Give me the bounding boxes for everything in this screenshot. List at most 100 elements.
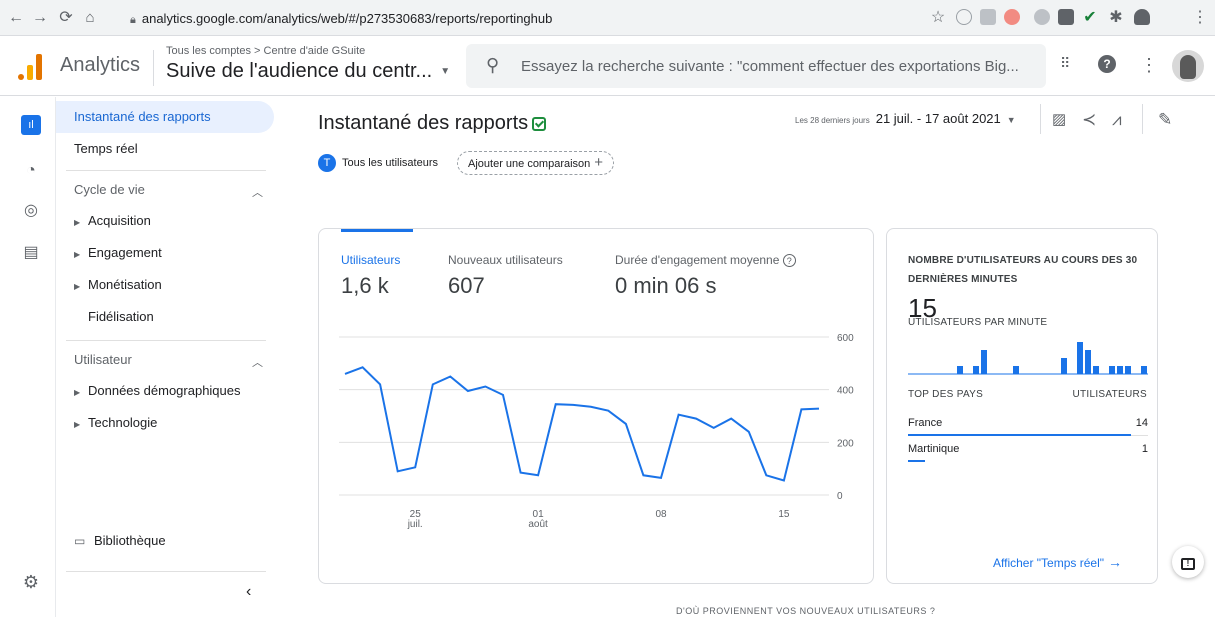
browser-menu-icon[interactable]: ⋮	[1190, 8, 1210, 28]
add-comparison-label: Ajouter une comparaison	[468, 158, 591, 170]
bookmark-star-icon[interactable]: ☆	[928, 8, 948, 28]
more-vert-icon[interactable]: ⋮	[1140, 55, 1158, 76]
minute-bar[interactable]	[981, 350, 987, 374]
sidebar-item-reports-snapshot[interactable]: Instantané des rapports	[56, 101, 274, 133]
breadcrumb[interactable]: Tous les comptes > Centre d'aide GSuite	[166, 45, 365, 57]
sidebar-item-label: Instantané des rapports	[74, 109, 211, 124]
profile-icon[interactable]	[1134, 9, 1150, 25]
minute-bar[interactable]	[1141, 366, 1147, 374]
data-point[interactable]	[359, 363, 367, 371]
section-user[interactable]: Utilisateur	[74, 352, 132, 367]
extension-icon[interactable]	[1034, 9, 1050, 25]
back-arrow-icon[interactable]: ←	[6, 8, 26, 28]
data-point[interactable]	[727, 415, 735, 423]
configure-icon[interactable]: ▤	[21, 243, 41, 263]
page-title: Instantané des rapports	[318, 112, 547, 135]
date-range-picker[interactable]: Les 28 derniers jours 21 juil. - 17 août …	[795, 110, 1016, 128]
avatar[interactable]	[1172, 50, 1204, 82]
sidebar-item-acquisition[interactable]: ▶ Acquisition	[56, 205, 274, 237]
data-point[interactable]	[446, 373, 454, 381]
explore-icon[interactable]: ◔	[21, 161, 41, 181]
data-point[interactable]	[464, 387, 472, 395]
sidebar-item-technology[interactable]: ▶ Technologie	[56, 407, 274, 439]
data-point[interactable]	[675, 411, 683, 419]
advertising-icon[interactable]: ◎	[21, 201, 41, 221]
minute-bar[interactable]	[1117, 366, 1123, 374]
data-point[interactable]	[710, 424, 718, 432]
help-icon[interactable]: ?	[1098, 55, 1116, 73]
check-extension-icon[interactable]: ✔	[1080, 8, 1100, 28]
minute-bar[interactable]	[1125, 366, 1131, 374]
data-point[interactable]	[429, 380, 437, 388]
add-comparison-button[interactable]: Ajouter une comparaison +	[457, 151, 615, 175]
puzzle-icon[interactable]: ✱	[1106, 8, 1126, 28]
data-point[interactable]	[604, 407, 612, 415]
sidebar-item-label: Données démographiques	[88, 383, 241, 398]
data-point[interactable]	[815, 405, 823, 413]
data-point[interactable]	[745, 428, 753, 436]
data-point[interactable]	[780, 477, 788, 485]
sidebar-item-engagement[interactable]: ▶ Engagement	[56, 237, 274, 269]
minute-bar[interactable]	[973, 366, 979, 374]
sidebar-item-library[interactable]: ▭ Bibliothèque	[56, 525, 274, 557]
data-point[interactable]	[411, 463, 419, 471]
data-point[interactable]	[534, 471, 542, 479]
minute-bar[interactable]	[1085, 350, 1091, 374]
data-point[interactable]	[587, 403, 595, 411]
data-point[interactable]	[692, 415, 700, 423]
data-point[interactable]	[481, 383, 489, 391]
extension-icon[interactable]	[956, 9, 972, 25]
view-realtime-link[interactable]: Afficher "Temps réel" →	[993, 554, 1122, 570]
minute-bar[interactable]	[1061, 358, 1067, 374]
help-circle-icon[interactable]: ?	[782, 254, 796, 267]
insights-icon[interactable]: ⩘	[1112, 110, 1122, 130]
sidebar-item-realtime[interactable]: Temps réel	[56, 133, 274, 165]
data-point[interactable]	[797, 405, 805, 413]
edit-pencil-icon[interactable]: ✎	[1158, 110, 1172, 130]
property-selector[interactable]: Suive de l'audience du centr... ▼	[166, 60, 450, 83]
home-icon[interactable]: ⌂	[80, 8, 100, 28]
chevron-up-icon[interactable]: ︿	[252, 354, 263, 370]
data-point[interactable]	[762, 471, 770, 479]
minute-bar[interactable]	[1077, 342, 1083, 374]
metric-users-label[interactable]: Utilisateurs	[341, 253, 400, 267]
customize-report-icon[interactable]: ▨	[1052, 110, 1066, 128]
comparison-chip[interactable]: T Tous les utilisateurs	[318, 153, 438, 173]
share-icon[interactable]: ≺	[1082, 110, 1096, 130]
reports-icon[interactable]: ıl	[21, 115, 41, 135]
section-lifecycle[interactable]: Cycle de vie	[74, 182, 145, 197]
x-tick-sublabel: juil.	[407, 519, 423, 530]
sidebar-item-demographics[interactable]: ▶ Données démographiques	[56, 375, 274, 407]
data-point[interactable]	[657, 474, 665, 482]
collapse-chevron-left-icon[interactable]: ‹	[246, 583, 251, 601]
metric-new-users-label[interactable]: Nouveaux utilisateurs	[448, 253, 563, 267]
extension-icon[interactable]	[1004, 9, 1020, 25]
minute-bar[interactable]	[1109, 366, 1115, 374]
sidebar-item-monetization[interactable]: ▶ Monétisation	[56, 269, 274, 301]
minute-bar[interactable]	[1013, 366, 1019, 374]
forward-arrow-icon[interactable]: →	[30, 8, 50, 28]
realtime-subtitle: UTILISATEURS PAR MINUTE	[908, 317, 1048, 328]
apps-grid-icon[interactable]: ⠿	[1060, 55, 1070, 72]
data-point[interactable]	[552, 400, 560, 408]
admin-gear-icon[interactable]: ⚙	[21, 572, 41, 592]
data-point[interactable]	[639, 471, 647, 479]
data-point[interactable]	[517, 469, 525, 477]
data-point[interactable]	[622, 420, 630, 428]
data-point[interactable]	[569, 401, 577, 409]
metric-engagement-label[interactable]: Durée d'engagement moyenne ?	[615, 253, 796, 267]
address-bar[interactable]: 🔒︎ analytics.google.com/analytics/web/#/p…	[130, 6, 1215, 32]
data-point[interactable]	[376, 380, 384, 388]
data-point[interactable]	[499, 391, 507, 399]
data-point[interactable]	[394, 467, 402, 475]
search-bar[interactable]: ⚲ Essayez la recherche suivante : "comme…	[466, 44, 1046, 88]
extension-icon[interactable]	[980, 9, 996, 25]
reload-icon[interactable]: ⟳	[56, 8, 76, 28]
chevron-up-icon[interactable]: ︿	[252, 184, 263, 200]
minute-bar[interactable]	[1093, 366, 1099, 374]
data-point[interactable]	[341, 370, 349, 378]
sidebar-item-retention[interactable]: Fidélisation	[56, 301, 274, 333]
extension-icon[interactable]	[1058, 9, 1074, 25]
minute-bar[interactable]	[957, 366, 963, 374]
feedback-button[interactable]: !	[1172, 546, 1204, 578]
